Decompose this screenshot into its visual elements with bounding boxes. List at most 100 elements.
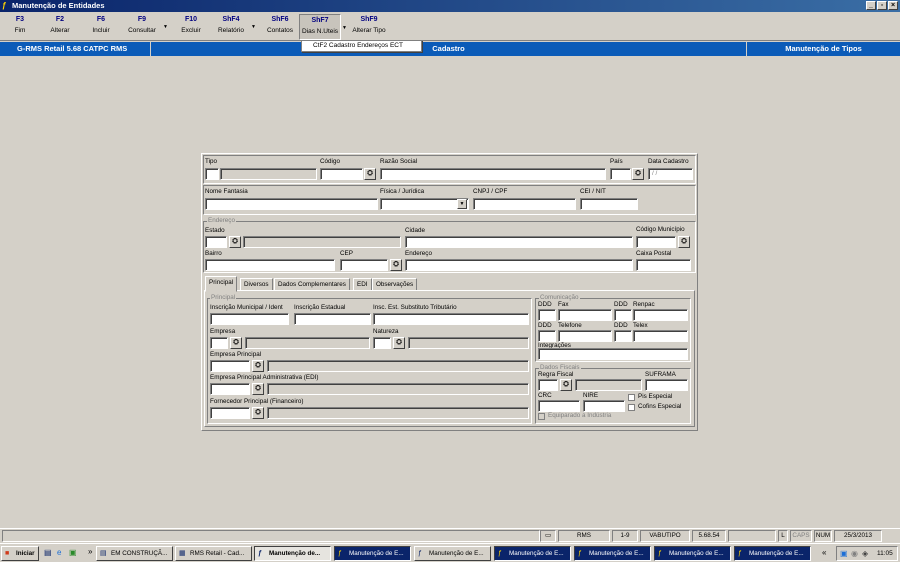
task-rms-retail[interactable]: ▦ RMS Retail - Cad...: [175, 546, 252, 561]
binoculars-search-icon[interactable]: ⛭: [678, 236, 690, 248]
telex-field[interactable]: [633, 330, 688, 342]
quicklaunch-app-icon[interactable]: ▣: [69, 548, 77, 557]
key-label: ShF4: [222, 16, 240, 23]
razao-social-field[interactable]: [380, 168, 606, 180]
fax-field[interactable]: [558, 309, 612, 321]
codigo-field[interactable]: [320, 168, 363, 180]
ddd-telex-label: DDD: [614, 322, 628, 329]
binoculars-search-icon[interactable]: ⛭: [632, 168, 644, 180]
ddd-fax-field[interactable]: [538, 309, 556, 321]
app-icon: ƒ: [658, 550, 662, 557]
suframa-field[interactable]: [645, 379, 688, 391]
binoculars-search-icon[interactable]: ⛭: [252, 360, 264, 372]
task-manutencao[interactable]: ƒ Manutenção de E...: [734, 546, 811, 561]
regra-fiscal-field[interactable]: [538, 379, 558, 391]
binoculars-search-icon[interactable]: ⛭: [230, 337, 242, 349]
chevron-down-icon[interactable]: ▼: [457, 199, 467, 209]
task-manutencao[interactable]: ƒ Manutenção de E...: [574, 546, 651, 561]
chevron-down-icon[interactable]: ▼: [163, 24, 168, 30]
nire-field[interactable]: [583, 400, 625, 412]
pis-especial-checkbox[interactable]: [628, 394, 635, 401]
fisica-juridica-label: Física / Jurídica: [380, 188, 425, 195]
telefone-field[interactable]: [558, 330, 612, 342]
task-manutencao[interactable]: ƒ Manutenção de E...: [334, 546, 411, 561]
insc-substituto-field[interactable]: [373, 313, 529, 325]
cep-field[interactable]: [340, 259, 388, 271]
shield-icon[interactable]: ◉: [851, 549, 858, 558]
section-label: Cadastro: [151, 42, 747, 56]
restore-button[interactable]: ▫: [877, 1, 887, 10]
crc-field[interactable]: [538, 400, 580, 412]
caixa-postal-field[interactable]: [636, 259, 691, 271]
button-label: Incluir: [92, 27, 110, 34]
binoculars-search-icon[interactable]: ⛭: [560, 379, 572, 391]
dias-uteis-button[interactable]: ShF7 Dias N.Uteis ▼: [299, 14, 347, 40]
minimize-button[interactable]: _: [866, 1, 876, 10]
quicklaunch-folder-icon[interactable]: ▤: [44, 548, 52, 557]
close-button[interactable]: ×: [888, 1, 898, 10]
renpac-field[interactable]: [633, 309, 688, 321]
task-label: Manutenção de E...: [429, 550, 484, 557]
binoculars-search-icon[interactable]: ⛭: [364, 168, 376, 180]
status-program: VABUTIPO: [640, 530, 690, 542]
nome-fantasia-field[interactable]: [205, 198, 378, 210]
relatorio-button[interactable]: ShF4 Relatório ▼: [214, 14, 256, 40]
volume-icon[interactable]: ◈: [862, 549, 868, 558]
consultar-button[interactable]: F9 Consultar ▼: [124, 14, 168, 40]
tray-expand-icon[interactable]: «: [822, 548, 826, 557]
binoculars-search-icon[interactable]: ⛭: [393, 337, 405, 349]
insc-substituto-label: Insc. Est. Substituto Tributário: [373, 304, 457, 311]
cep-label: CEP: [340, 250, 353, 257]
ddd-telex-field[interactable]: [614, 330, 632, 342]
natureza-field[interactable]: [373, 337, 391, 349]
quicklaunch-chevron[interactable]: »: [88, 547, 92, 556]
contatos-button[interactable]: ShF6 Contatos: [263, 14, 297, 40]
estado-field[interactable]: [205, 236, 227, 248]
fornecedor-principal-field[interactable]: [210, 407, 250, 419]
fim-button[interactable]: F3 Fim: [5, 14, 35, 40]
cidade-field[interactable]: [405, 236, 633, 248]
empresa-field[interactable]: [210, 337, 228, 349]
menu-item-cadastro-enderecos[interactable]: CtF2 Cadastro Endereços ECT: [301, 40, 422, 52]
cnpj-cpf-field[interactable]: [473, 198, 576, 210]
network-icon[interactable]: ▣: [840, 549, 848, 558]
binoculars-search-icon[interactable]: ⛭: [252, 383, 264, 395]
cei-nit-field[interactable]: [580, 198, 638, 210]
ddd-telefone-field[interactable]: [538, 330, 556, 342]
fisica-juridica-select[interactable]: ▼: [380, 198, 469, 210]
endereco-field[interactable]: [405, 259, 633, 271]
tipo-field[interactable]: [205, 168, 219, 180]
alterar-tipo-button[interactable]: ShF9 Alterar Tipo: [349, 14, 389, 40]
task-label: Manutenção de E...: [669, 550, 724, 557]
tipo-label: Tipo: [205, 158, 218, 165]
task-manutencao[interactable]: ƒ Manutenção de E...: [494, 546, 571, 561]
task-manutencao[interactable]: ƒ Manutenção de E...: [414, 546, 491, 561]
start-button[interactable]: ■ Iniciar: [1, 546, 39, 561]
empresa-principal-adm-field[interactable]: [210, 383, 250, 395]
principal-group-label: Principal: [210, 294, 237, 302]
empresa-principal-field[interactable]: [210, 360, 250, 372]
task-manutencao-active[interactable]: ƒ Manutenção de...: [254, 546, 331, 561]
inscricao-municipal-field[interactable]: [210, 313, 289, 325]
chevron-down-icon[interactable]: ▼: [342, 25, 347, 31]
integracoes-field[interactable]: [538, 348, 688, 360]
task-manutencao[interactable]: ƒ Manutenção de E...: [654, 546, 731, 561]
alterar-button[interactable]: F2 Alterar: [44, 14, 76, 40]
tab-principal[interactable]: Principal: [205, 276, 238, 292]
codigo-municipio-field[interactable]: [636, 236, 676, 248]
quicklaunch-ie-icon[interactable]: e: [57, 548, 61, 557]
inscricao-estadual-field[interactable]: [294, 313, 371, 325]
incluir-button[interactable]: F6 Incluir: [86, 14, 116, 40]
excluir-button[interactable]: F10 Excluir: [175, 14, 207, 40]
pais-field[interactable]: [610, 168, 631, 180]
bairro-field[interactable]: [205, 259, 335, 271]
binoculars-search-icon[interactable]: ⛭: [252, 407, 264, 419]
data-cadastro-field[interactable]: / /: [648, 168, 693, 180]
binoculars-search-icon[interactable]: ⛭: [229, 236, 241, 248]
ddd-renpac-field[interactable]: [614, 309, 632, 321]
cofins-especial-checkbox[interactable]: [628, 404, 635, 411]
chevron-down-icon[interactable]: ▼: [251, 24, 256, 30]
binoculars-search-icon[interactable]: ⛭: [390, 259, 402, 271]
key-label: ShF7: [311, 17, 329, 24]
task-em-construcao[interactable]: ▤ EM CONSTRUÇÃ...: [96, 546, 173, 561]
